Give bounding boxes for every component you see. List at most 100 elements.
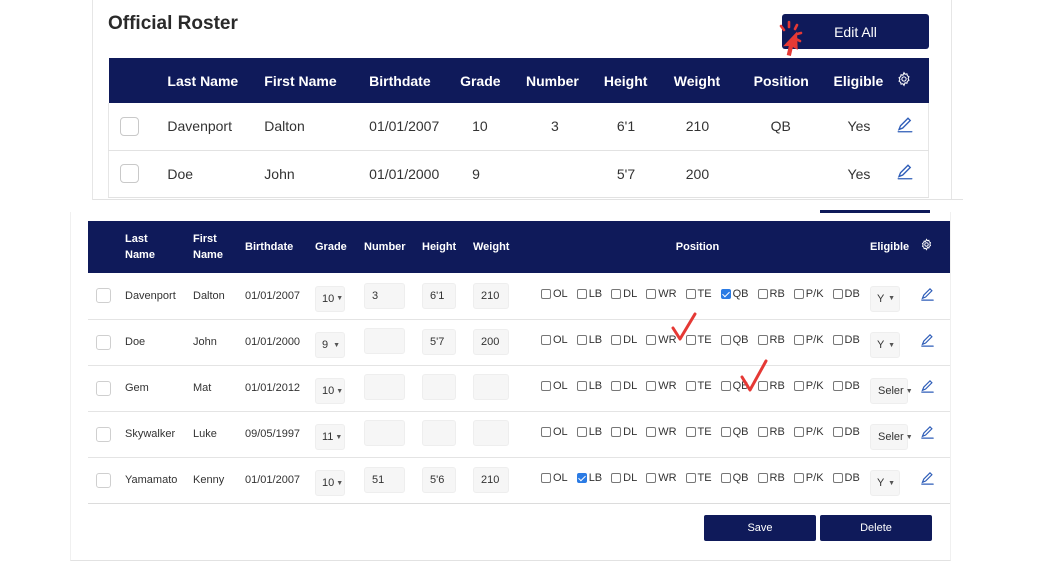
pencil-icon[interactable]: [896, 163, 914, 181]
position-checkbox[interactable]: [576, 335, 587, 345]
position-checkbox[interactable]: [720, 288, 731, 299]
eligible-select[interactable]: Y ▼: [870, 285, 900, 312]
weight-input[interactable]: [473, 419, 509, 446]
position-option[interactable]: DL: [611, 288, 637, 300]
position-option[interactable]: OL: [541, 472, 568, 484]
position-checkbox[interactable]: [793, 381, 804, 391]
position-checkbox[interactable]: [832, 381, 843, 391]
settings-cell[interactable]: [920, 221, 950, 273]
position-option[interactable]: OL: [541, 380, 568, 392]
position-option[interactable]: LB: [576, 380, 602, 392]
eligible-select[interactable]: Y ▼: [870, 470, 900, 496]
weight-input[interactable]: 200: [473, 329, 509, 355]
position-checkbox[interactable]: [685, 473, 696, 483]
row-select-checkbox[interactable]: [96, 288, 111, 304]
position-option[interactable]: QB: [720, 426, 749, 438]
position-option[interactable]: TE: [685, 288, 712, 300]
weight-input[interactable]: 210: [473, 282, 509, 309]
position-checkbox[interactable]: [541, 335, 551, 345]
position-checkbox[interactable]: [541, 288, 551, 299]
position-option[interactable]: TE: [685, 380, 712, 392]
save-button[interactable]: Save: [704, 515, 816, 541]
position-checkbox[interactable]: [611, 381, 622, 391]
position-checkbox[interactable]: [541, 473, 551, 483]
position-checkbox[interactable]: [646, 288, 657, 299]
row-select-checkbox[interactable]: [120, 164, 139, 183]
settings-cell[interactable]: [896, 58, 929, 103]
position-checkbox[interactable]: [611, 335, 622, 345]
row-select-checkbox[interactable]: [96, 472, 111, 488]
position-option[interactable]: LB: [576, 426, 602, 438]
eligible-select[interactable]: Seler ▼: [870, 424, 913, 450]
position-option[interactable]: DL: [611, 472, 637, 484]
position-checkbox[interactable]: [646, 335, 657, 345]
position-option[interactable]: RB: [757, 472, 785, 484]
position-checkbox[interactable]: [646, 427, 657, 437]
position-option[interactable]: OL: [541, 334, 568, 346]
position-checkbox[interactable]: [576, 473, 587, 483]
position-checkbox[interactable]: [685, 381, 696, 391]
position-option[interactable]: P/K: [793, 288, 824, 300]
position-option[interactable]: DB: [832, 472, 860, 484]
position-option[interactable]: QB: [720, 334, 749, 346]
position-checkbox[interactable]: [576, 288, 587, 299]
position-option[interactable]: DL: [611, 426, 637, 438]
pencil-icon[interactable]: [920, 425, 935, 440]
position-checkbox[interactable]: [720, 473, 731, 483]
position-option[interactable]: LB: [576, 288, 602, 300]
position-option[interactable]: DB: [832, 426, 860, 438]
position-checkbox[interactable]: [793, 427, 804, 437]
position-checkbox[interactable]: [646, 473, 657, 483]
position-option[interactable]: OL: [541, 426, 568, 438]
position-option[interactable]: DB: [832, 334, 860, 346]
position-option[interactable]: RB: [757, 334, 785, 346]
position-checkbox[interactable]: [832, 473, 843, 483]
position-checkbox[interactable]: [832, 427, 843, 437]
position-option[interactable]: DL: [611, 380, 637, 392]
position-checkbox[interactable]: [757, 473, 768, 483]
position-checkbox[interactable]: [685, 427, 696, 437]
position-checkbox[interactable]: [832, 335, 843, 345]
position-option[interactable]: QB: [720, 288, 749, 300]
number-input[interactable]: [364, 327, 405, 354]
position-option[interactable]: RB: [757, 426, 785, 438]
weight-input[interactable]: [473, 373, 509, 400]
position-checkbox[interactable]: [576, 381, 587, 391]
number-input[interactable]: 3: [364, 282, 405, 309]
height-input[interactable]: [422, 419, 456, 446]
grade-select[interactable]: 10 ▼: [315, 470, 345, 496]
position-option[interactable]: P/K: [793, 334, 824, 346]
position-checkbox[interactable]: [720, 427, 731, 437]
position-checkbox[interactable]: [611, 288, 622, 299]
position-option[interactable]: LB: [576, 472, 602, 484]
row-select-checkbox[interactable]: [96, 334, 111, 350]
position-checkbox[interactable]: [793, 335, 804, 345]
position-checkbox[interactable]: [576, 427, 587, 437]
number-input[interactable]: [364, 419, 405, 446]
position-option[interactable]: WR: [646, 288, 677, 300]
pencil-icon[interactable]: [920, 287, 935, 302]
grade-select[interactable]: 11 ▼: [315, 424, 345, 450]
pencil-icon[interactable]: [920, 379, 935, 394]
position-checkbox[interactable]: [757, 427, 768, 437]
position-checkbox[interactable]: [757, 335, 768, 345]
position-option[interactable]: P/K: [793, 380, 824, 392]
position-option[interactable]: WR: [646, 426, 677, 438]
grade-select[interactable]: 10 ▼: [315, 285, 345, 312]
position-checkbox[interactable]: [720, 381, 731, 391]
pencil-icon[interactable]: [920, 471, 935, 486]
gear-icon[interactable]: [896, 71, 912, 87]
row-select-checkbox[interactable]: [120, 116, 139, 136]
position-checkbox[interactable]: [757, 288, 768, 299]
weight-input[interactable]: 210: [473, 467, 509, 493]
position-option[interactable]: WR: [646, 472, 677, 484]
position-checkbox[interactable]: [611, 427, 622, 437]
height-input[interactable]: [422, 373, 456, 400]
position-option[interactable]: QB: [720, 472, 749, 484]
position-option[interactable]: DL: [611, 334, 637, 346]
position-option[interactable]: TE: [685, 426, 712, 438]
number-input[interactable]: [364, 373, 405, 400]
position-checkbox[interactable]: [611, 473, 622, 483]
position-checkbox[interactable]: [541, 381, 551, 391]
position-option[interactable]: DB: [832, 288, 860, 300]
